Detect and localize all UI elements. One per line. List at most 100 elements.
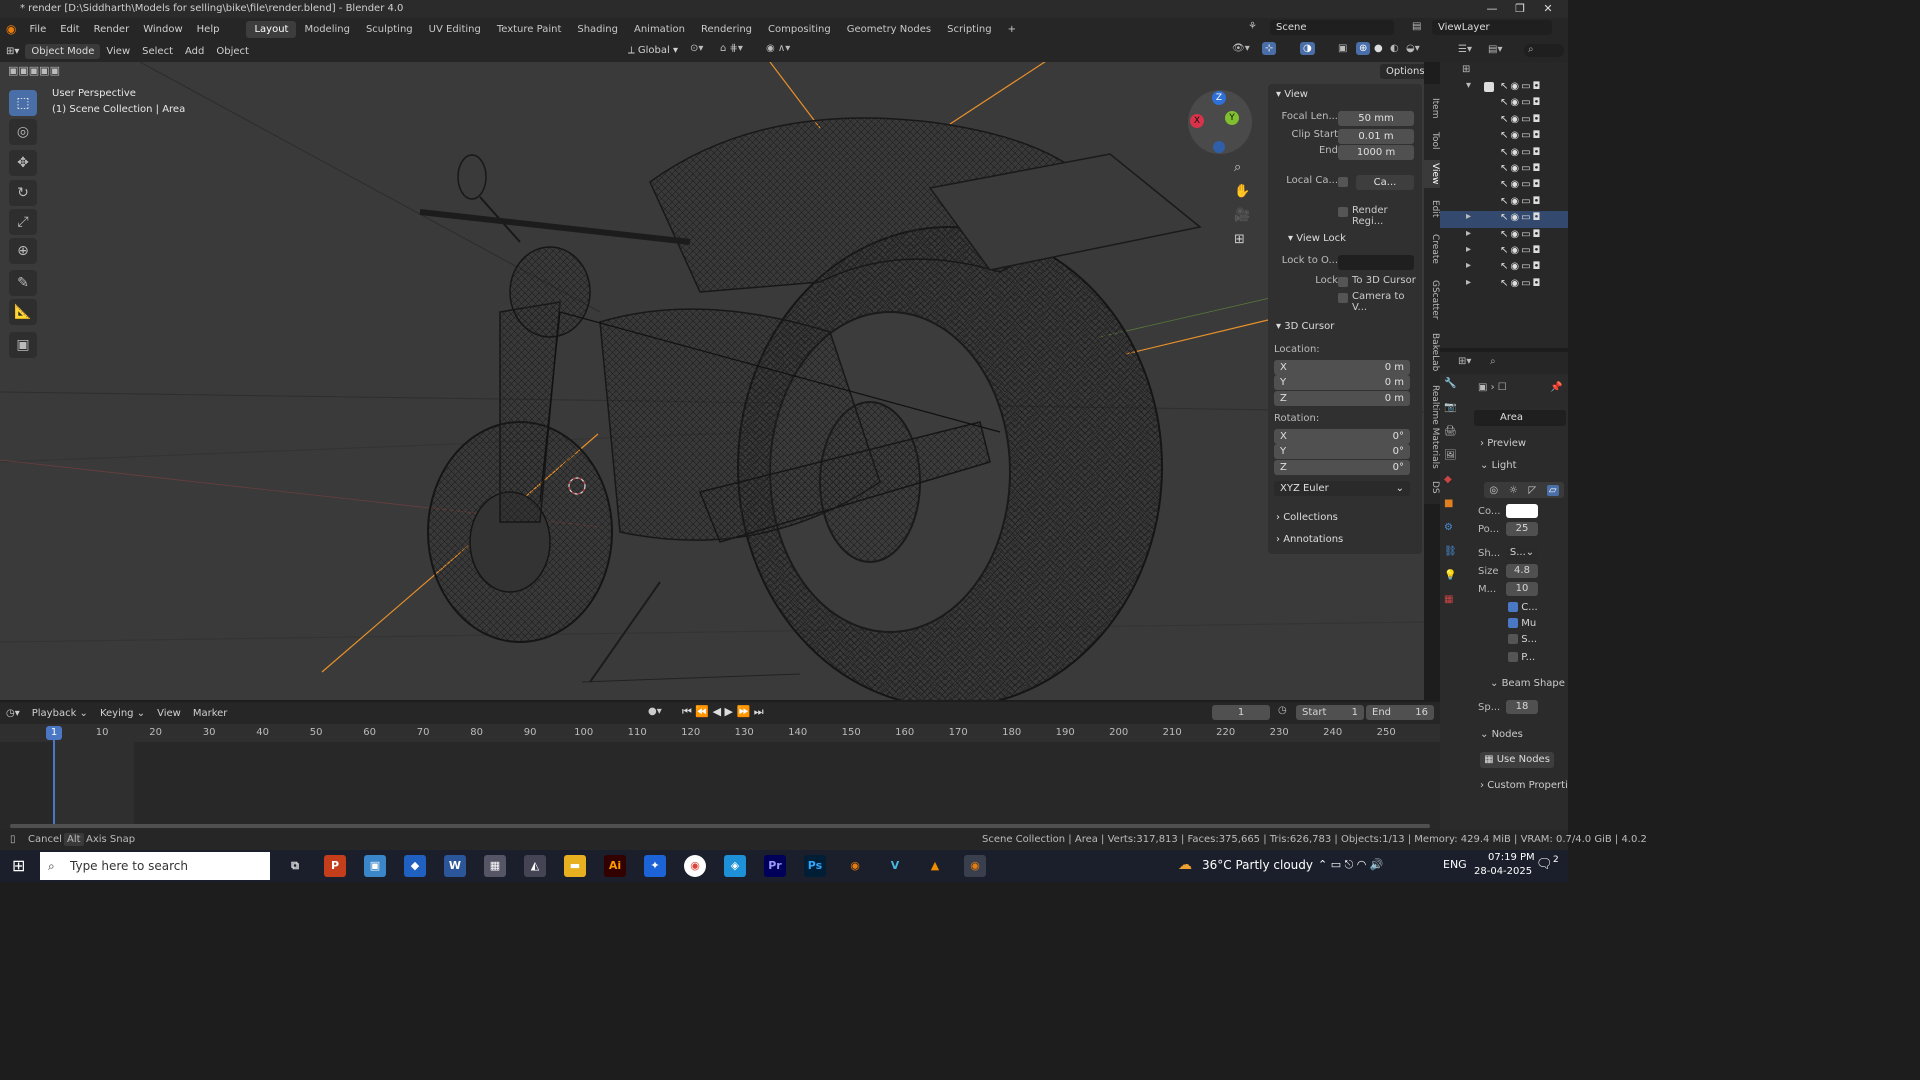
portal-row[interactable]: P...: [1508, 652, 1535, 663]
selection-mode-icons[interactable]: ▣▣▣▣▣: [8, 64, 60, 77]
outliner-row[interactable]: ↖◉▭◘: [1440, 129, 1568, 145]
vue-icon[interactable]: V: [884, 855, 906, 877]
navigation-gizmo[interactable]: Z X Y: [1188, 90, 1252, 154]
row-visibility-icons[interactable]: ↖◉▭◘: [1500, 163, 1542, 174]
shadow-caustics-row[interactable]: S...: [1508, 634, 1537, 645]
timeline-editor-icon[interactable]: ◷▾: [0, 706, 26, 721]
filter-icon[interactable]: ⊞: [1462, 64, 1470, 75]
light-name-field[interactable]: Area: [1474, 410, 1566, 426]
menu-help[interactable]: Help: [190, 24, 227, 35]
cast-shadow-checkbox[interactable]: [1508, 602, 1518, 612]
gizmo-z-axis[interactable]: Z: [1212, 91, 1226, 105]
visibility-icon[interactable]: 👁▾: [1232, 43, 1250, 54]
tab-uv-editing[interactable]: UV Editing: [421, 21, 489, 38]
notification-icon[interactable]: 🗨: [1536, 857, 1553, 872]
row-visibility-icons[interactable]: ↖◉▭◘: [1500, 97, 1542, 108]
tab-bakelab[interactable]: BakeLab: [1424, 330, 1440, 374]
tab-texture-paint[interactable]: Texture Paint: [489, 21, 570, 38]
menu-playback[interactable]: Playback ⌄: [26, 706, 94, 721]
cursor-rot-z[interactable]: Z 0°: [1274, 460, 1410, 475]
scene-tab-icon[interactable]: ◆: [1444, 474, 1466, 498]
tab-edit[interactable]: Edit: [1424, 196, 1440, 222]
tab-geometry-nodes[interactable]: Geometry Nodes: [839, 21, 939, 38]
tool-tab-icon[interactable]: 🔧: [1444, 378, 1466, 402]
properties-search-icon[interactable]: ⌕: [1490, 356, 1496, 367]
frame-ruler[interactable]: 10 20 30 40 50 60 70 80 90 100 110 120 130 140 150 160 1…: [0, 724, 1440, 742]
camera-view-icon[interactable]: 🎥: [1234, 208, 1250, 223]
row-visibility-icons[interactable]: ↖◉▭◘: [1500, 229, 1542, 240]
rotate-tool-icon[interactable]: ↻: [9, 180, 37, 206]
weather-text[interactable]: 36°C Partly cloudy: [1202, 858, 1313, 872]
clip-start-field[interactable]: 0.01 m: [1338, 129, 1414, 144]
light-type-selector[interactable]: ◎ ☼ ◸ ▱: [1484, 482, 1564, 498]
nodes-panel-header[interactable]: ⌄ Nodes: [1480, 729, 1523, 740]
tab-shading[interactable]: Shading: [569, 21, 626, 38]
playback-controls[interactable]: ⏮ ⏪ ◀ ▶ ⏩ ⏭: [682, 705, 764, 719]
properties-editor-icon[interactable]: ⊞▾: [1458, 356, 1471, 367]
collections-header[interactable]: › Collections: [1270, 509, 1344, 526]
camera-to-view-checkbox[interactable]: [1338, 293, 1348, 303]
preview-panel-header[interactable]: › Preview: [1480, 438, 1526, 449]
expand-arrow-icon[interactable]: ▸: [1466, 277, 1471, 288]
playhead-label[interactable]: 1: [46, 726, 62, 740]
cast-shadow-row[interactable]: C...: [1508, 602, 1538, 613]
outliner-editor-icon[interactable]: ☰▾: [1458, 44, 1472, 55]
view-lock-header[interactable]: ▾ View Lock: [1282, 230, 1352, 247]
outliner-row[interactable]: ↖◉▭◘: [1440, 146, 1568, 162]
tab-tool[interactable]: Tool: [1424, 128, 1440, 154]
rendered-shading-icon[interactable]: ◒▾: [1406, 43, 1420, 54]
taskbar-search-input[interactable]: ⌕ Type here to search: [40, 852, 270, 880]
transform-tool-icon[interactable]: ⊕: [9, 238, 37, 264]
material-shading-icon[interactable]: ◐: [1390, 43, 1399, 54]
menu-window[interactable]: Window: [136, 24, 189, 35]
clip-end-field[interactable]: 1000 m: [1338, 145, 1414, 160]
illustrator-icon[interactable]: Ai: [604, 855, 626, 877]
add-cube-tool-icon[interactable]: ▣: [9, 332, 37, 358]
language-indicator[interactable]: ENG: [1443, 858, 1467, 871]
render-region-checkbox[interactable]: [1338, 207, 1348, 217]
texture-tab-icon[interactable]: ▦: [1444, 594, 1466, 618]
cursor-tool-icon[interactable]: ◎: [9, 119, 37, 145]
max-bounces-field[interactable]: 10: [1506, 582, 1538, 596]
menu-view[interactable]: View: [100, 44, 136, 59]
overlay-toggle-icon[interactable]: ◑: [1300, 42, 1315, 55]
tab-modeling[interactable]: Modeling: [296, 21, 358, 38]
windows-start-icon[interactable]: ⊞: [12, 856, 25, 875]
tab-ds[interactable]: DS: [1424, 478, 1440, 496]
annotate-tool-icon[interactable]: ✎: [9, 270, 37, 296]
pivot-icon[interactable]: ⊙▾: [690, 43, 703, 54]
object-tab-icon[interactable]: ■: [1444, 498, 1466, 522]
display-mode-icon[interactable]: ▤▾: [1488, 44, 1502, 55]
mis-checkbox[interactable]: [1508, 618, 1518, 628]
minimize-icon[interactable]: —: [1478, 0, 1506, 18]
premiere-icon[interactable]: Pr: [764, 855, 786, 877]
outliner-row[interactable]: ↖◉▭◘: [1440, 113, 1568, 129]
tab-create[interactable]: Create: [1424, 230, 1440, 268]
outliner-search-input[interactable]: ⌕: [1524, 44, 1564, 57]
outliner-row[interactable]: ▸ ↖◉▭◘: [1440, 244, 1568, 260]
menu-object[interactable]: Object: [210, 44, 255, 59]
blender-icon[interactable]: ◉: [964, 855, 986, 877]
outliner-row[interactable]: ▸ ↖◉▭◘: [1440, 260, 1568, 276]
file-explorer-icon[interactable]: ▬: [564, 855, 586, 877]
display-app-icon[interactable]: ▣: [364, 855, 386, 877]
outliner-row[interactable]: ▸ ↖◉▭◘: [1440, 211, 1568, 228]
outliner-row[interactable]: ↖◉▭◘: [1440, 178, 1568, 194]
beam-shape-header[interactable]: ⌄ Beam Shape: [1490, 678, 1565, 689]
outliner-row[interactable]: ▸ ↖◉▭◘: [1440, 277, 1568, 293]
light-color-swatch[interactable]: [1506, 504, 1538, 518]
photos-icon[interactable]: ▦: [484, 855, 506, 877]
vlc-icon[interactable]: ▲: [924, 855, 946, 877]
wireframe-shading-icon[interactable]: ⊕: [1356, 42, 1371, 55]
playhead[interactable]: [53, 728, 55, 824]
row-visibility-icons[interactable]: ↖◉▭◘: [1500, 245, 1542, 256]
sun-light-icon[interactable]: ☼: [1509, 485, 1518, 496]
tab-view[interactable]: View: [1424, 160, 1440, 188]
local-camera-field[interactable]: Ca...: [1356, 175, 1414, 190]
measure-tool-icon[interactable]: 📐: [9, 299, 37, 325]
close-icon[interactable]: ✕: [1534, 0, 1562, 18]
cursor-loc-x[interactable]: X 0 m: [1274, 360, 1410, 375]
scene-selector[interactable]: Scene: [1270, 20, 1394, 35]
cursor-rot-y[interactable]: Y 0°: [1274, 444, 1410, 459]
cursor-loc-y[interactable]: Y 0 m: [1274, 375, 1410, 390]
